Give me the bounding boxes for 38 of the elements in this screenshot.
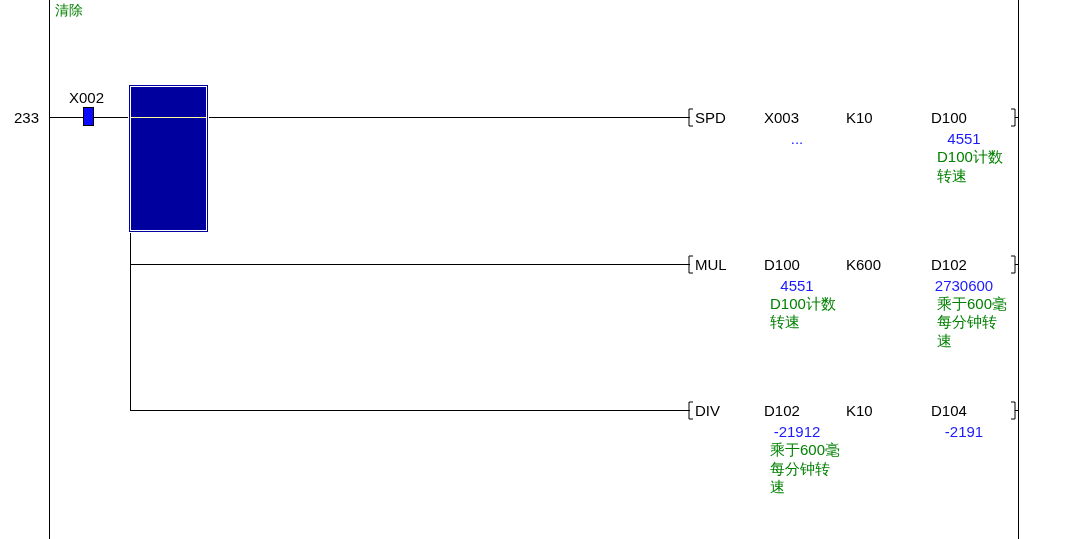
device-comment: D100计数 [770,294,836,312]
device-comment: 转速 [937,166,967,184]
operand[interactable]: D102 [764,402,800,419]
instruction-name[interactable]: MUL [695,255,727,273]
device-value: 2730600 [934,276,994,294]
device-comment: 每分钟转 [770,459,830,477]
bracket-icon [1010,108,1019,127]
device-comment: 转速 [770,313,800,330]
operand[interactable]: D104 [931,402,967,419]
operand[interactable]: D102 [931,255,967,273]
operand[interactable]: X003 [764,109,800,126]
device-value: -21912 [773,423,821,440]
device-comment: 乘于600毫 [937,294,1008,312]
device-value: 4551 [780,276,814,294]
instruction-name[interactable]: SPD [695,109,726,126]
device-comment: 速 [770,478,785,495]
device-value: -2191 [944,423,984,440]
device-value: 4551 [947,130,981,147]
instruction-name[interactable]: DIV [695,402,720,419]
bracket-icon [683,108,694,127]
operand[interactable]: K600 [846,255,882,273]
device-comment: 乘于600毫 [770,441,841,458]
step-number: 233 [14,109,40,126]
operand[interactable]: K10 [846,109,873,126]
device-comment: 每分钟转 [937,313,997,330]
operand[interactable]: D100 [931,109,967,126]
device-comment: 速 [937,331,952,349]
rung-comment: 清除 [55,2,83,19]
contact-icon[interactable] [83,107,94,126]
device-comment: D100计数 [937,148,1003,165]
operand[interactable]: D100 [764,255,800,273]
bracket-icon [1010,255,1019,274]
operand[interactable]: K10 [846,402,873,419]
bracket-icon [683,255,694,274]
bracket-icon [1010,401,1019,420]
device-value: ... [790,130,804,147]
contact-label: X002 [69,89,105,106]
bracket-icon [683,401,694,420]
